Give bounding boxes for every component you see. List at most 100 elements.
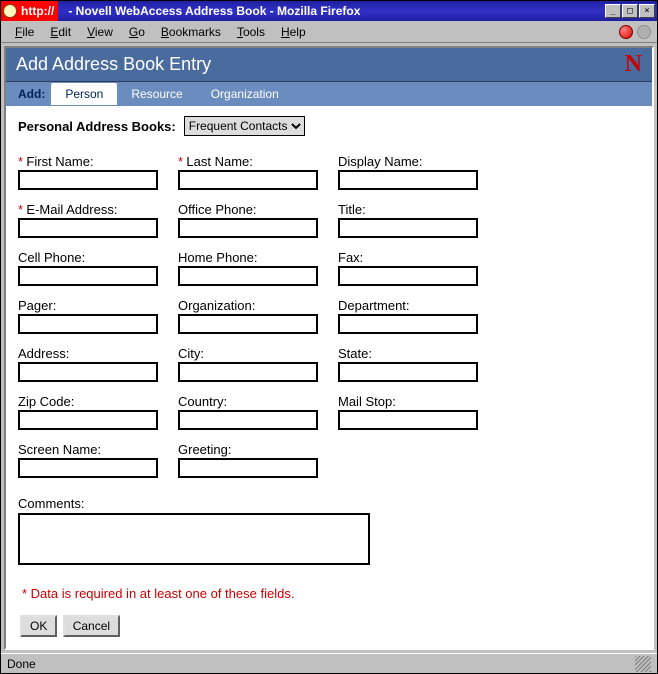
tab-label: Add: [16, 87, 51, 101]
cancel-button[interactable]: Cancel [63, 615, 120, 637]
tab-person[interactable]: Person [51, 83, 117, 105]
novell-logo: N [625, 51, 642, 78]
field-label: Screen Name: [18, 442, 101, 457]
field-label: First Name: [26, 154, 93, 169]
tab-organization[interactable]: Organization [197, 83, 293, 105]
status-bar: Done [1, 653, 657, 673]
field-label: Fax: [338, 250, 363, 265]
zip-input[interactable] [18, 410, 158, 430]
page-title: Add Address Book Entry [16, 54, 211, 75]
page-header: Add Address Book Entry N [6, 48, 652, 82]
field-label: E-Mail Address: [26, 202, 117, 217]
organization-input[interactable] [178, 314, 318, 334]
resize-grip[interactable] [635, 656, 651, 672]
status-text: Done [7, 657, 36, 671]
address-input[interactable] [18, 362, 158, 382]
field-label: Greeting: [178, 442, 231, 457]
minimize-button[interactable]: _ [605, 4, 621, 18]
field-mail-stop: Mail Stop: [338, 394, 488, 430]
field-display-name: Display Name: [338, 154, 488, 190]
email-input[interactable] [18, 218, 158, 238]
field-fax: Fax: [338, 250, 488, 286]
menu-view[interactable]: View [79, 23, 121, 41]
menu-go[interactable]: Go [121, 23, 153, 41]
pager-input[interactable] [18, 314, 158, 334]
comments-block: Comments: [18, 496, 640, 568]
field-greeting: Greeting: [178, 442, 328, 478]
comments-label: Comments: [18, 496, 640, 511]
tab-resource[interactable]: Resource [117, 83, 196, 105]
field-department: Department: [338, 298, 488, 334]
field-last-name: * Last Name: [178, 154, 328, 190]
city-input[interactable] [178, 362, 318, 382]
menu-help[interactable]: Help [273, 23, 314, 41]
office-phone-input[interactable] [178, 218, 318, 238]
field-email: * E-Mail Address: [18, 202, 168, 238]
titlebar-title: - Novell WebAccess Address Book - Mozill… [58, 1, 605, 21]
titlebar: http:// - Novell WebAccess Address Book … [1, 1, 657, 21]
field-label: City: [178, 346, 204, 361]
field-label: State: [338, 346, 372, 361]
stop-icon[interactable] [619, 25, 633, 39]
cell-phone-input[interactable] [18, 266, 158, 286]
field-pager: Pager: [18, 298, 168, 334]
titlebar-url-section: http:// [1, 1, 58, 21]
screen-name-input[interactable] [18, 458, 158, 478]
field-home-phone: Home Phone: [178, 250, 328, 286]
firefox-window: http:// - Novell WebAccess Address Book … [0, 0, 658, 674]
menubar: File Edit View Go Bookmarks Tools Help [1, 21, 657, 43]
required-note: * Data is required in at least one of th… [22, 586, 640, 601]
display-name-input[interactable] [338, 170, 478, 190]
mail-stop-input[interactable] [338, 410, 478, 430]
country-input[interactable] [178, 410, 318, 430]
field-label: Pager: [18, 298, 56, 313]
field-label: Zip Code: [18, 394, 74, 409]
field-label: Mail Stop: [338, 394, 396, 409]
address-book-label: Personal Address Books: [18, 119, 176, 134]
ok-button[interactable]: OK [20, 615, 57, 637]
title-input[interactable] [338, 218, 478, 238]
field-label: Address: [18, 346, 69, 361]
field-label: Department: [338, 298, 410, 313]
required-marker: * [18, 202, 23, 217]
field-label: Home Phone: [178, 250, 258, 265]
greeting-input[interactable] [178, 458, 318, 478]
field-city: City: [178, 346, 328, 382]
field-state: State: [338, 346, 488, 382]
tab-bar: Add: Person Resource Organization [6, 82, 652, 106]
throbber-icon [637, 25, 651, 39]
maximize-button[interactable]: □ [622, 4, 638, 18]
required-marker: * [18, 154, 23, 169]
department-input[interactable] [338, 314, 478, 334]
address-book-selector-row: Personal Address Books: Frequent Contact… [18, 116, 640, 136]
field-zip: Zip Code: [18, 394, 168, 430]
field-country: Country: [178, 394, 328, 430]
form-area: Personal Address Books: Frequent Contact… [6, 106, 652, 648]
field-label: Organization: [178, 298, 255, 313]
fax-input[interactable] [338, 266, 478, 286]
first-name-input[interactable] [18, 170, 158, 190]
titlebar-url: http:// [21, 4, 54, 18]
field-office-phone: Office Phone: [178, 202, 328, 238]
firefox-icon [3, 4, 17, 18]
button-row: OK Cancel [18, 615, 640, 637]
close-button[interactable]: × [639, 4, 655, 18]
menu-tools[interactable]: Tools [229, 23, 273, 41]
page: Add Address Book Entry N Add: Person Res… [4, 46, 654, 650]
address-book-select[interactable]: Frequent Contacts [184, 116, 305, 136]
field-label: Last Name: [186, 154, 252, 169]
state-input[interactable] [338, 362, 478, 382]
last-name-input[interactable] [178, 170, 318, 190]
comments-input[interactable] [18, 513, 370, 565]
window-controls: _ □ × [605, 1, 657, 21]
field-title: Title: [338, 202, 488, 238]
menu-edit[interactable]: Edit [42, 23, 79, 41]
menu-bookmarks[interactable]: Bookmarks [153, 23, 229, 41]
fields-grid: * First Name:* Last Name:Display Name:* … [18, 154, 498, 490]
content-area: Add Address Book Entry N Add: Person Res… [1, 43, 657, 653]
menu-file[interactable]: File [7, 23, 42, 41]
required-marker: * [178, 154, 183, 169]
field-label: Country: [178, 394, 227, 409]
home-phone-input[interactable] [178, 266, 318, 286]
field-address: Address: [18, 346, 168, 382]
